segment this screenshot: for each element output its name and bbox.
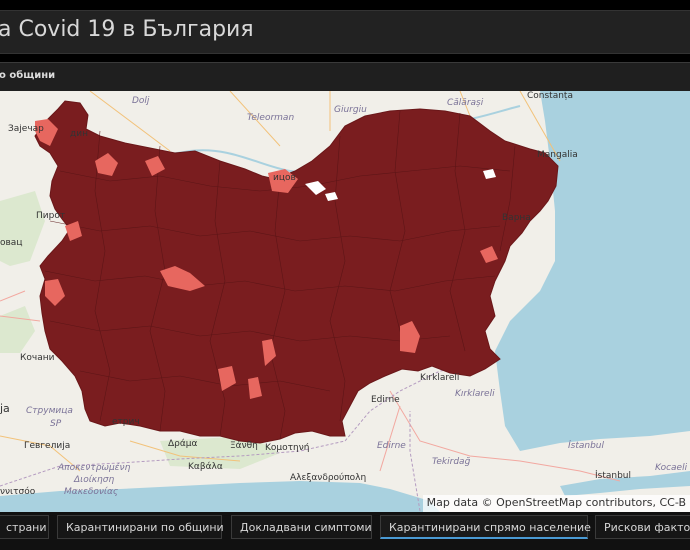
black-sea <box>495 91 690 451</box>
map-label-region: Giurgiu <box>334 105 367 115</box>
map-label-city: дин <box>70 129 88 139</box>
map-label-city: Ξάνθη <box>230 441 258 451</box>
map-label-city: ицов <box>273 173 296 183</box>
map-label-city: Κομοτηνή <box>265 443 310 453</box>
panel-title: о общини <box>0 70 56 81</box>
map-label-city: Καβάλα <box>188 462 223 472</box>
tab-risk-factors[interactable]: Рискови фактор <box>595 515 690 539</box>
map-label-city: İstanbul <box>595 471 632 481</box>
map-view[interactable]: Constanța Mangalia Dolj Giurgiu Teleorma… <box>0 91 690 512</box>
map-label-city: Mangalia <box>537 150 578 160</box>
map-label-region: Călărași <box>447 98 484 108</box>
forest-area <box>0 306 35 353</box>
tab-quarantined-by-municipality[interactable]: Карантинирани по общини <box>57 515 224 539</box>
map-label-city: Αλεξανδρούπολη <box>290 473 367 483</box>
page-title: a Covid 19 в България <box>0 17 254 42</box>
map-label-city: Гевгелија <box>24 441 71 451</box>
map-label-city: Кочани <box>20 353 55 363</box>
map-label-city: Constanța <box>527 91 573 101</box>
map-label-city: Варна <box>502 213 531 223</box>
tab-quarantined-vs-population[interactable]: Карантинирани спрямо население <box>380 515 591 539</box>
map-label-region: ја <box>0 402 10 415</box>
map-label-region: Tekirdağ <box>432 457 471 467</box>
map-label-region: Струмица <box>26 406 73 416</box>
map-label-region: Αποκεντρωμένη <box>58 463 131 473</box>
map-label-city: Δράμα <box>168 439 198 449</box>
map-label-region: Edirne <box>377 441 406 451</box>
map-label-region: Διοίκηση <box>74 475 115 485</box>
map-label-city: овац <box>0 238 23 248</box>
panel-header: о общини <box>0 62 690 91</box>
map-label-city: етрич <box>112 417 140 427</box>
tab-reported-symptoms[interactable]: Докладвани симптоми <box>231 515 372 539</box>
map-label-region: Teleorman <box>247 113 295 123</box>
map-label-city: Зајечар <box>8 124 44 134</box>
map-label-region: Kocaeli <box>655 463 688 473</box>
map-attribution[interactable]: Map data © OpenStreetMap contributors, C… <box>422 495 690 512</box>
forest-area <box>0 191 45 266</box>
map-label-region: İstanbul <box>568 441 605 451</box>
title-bar: a Covid 19 в България <box>0 10 690 54</box>
map-label-city: Kırklareli <box>420 373 460 383</box>
map-label-region: Kırklareli <box>455 389 495 399</box>
map-label-city: Пирот <box>36 211 66 221</box>
map-label-region: SP <box>50 419 62 429</box>
tab-countries[interactable]: страни <box>0 515 49 539</box>
map-label-city: Edirne <box>371 395 400 405</box>
map-label-region: Μακεδονίας <box>64 487 119 497</box>
tab-bar: страни Карантинирани по общини Докладван… <box>0 512 690 550</box>
map-label-city: ννιτσόο <box>0 487 36 497</box>
map-label-region: Dolj <box>132 96 150 106</box>
